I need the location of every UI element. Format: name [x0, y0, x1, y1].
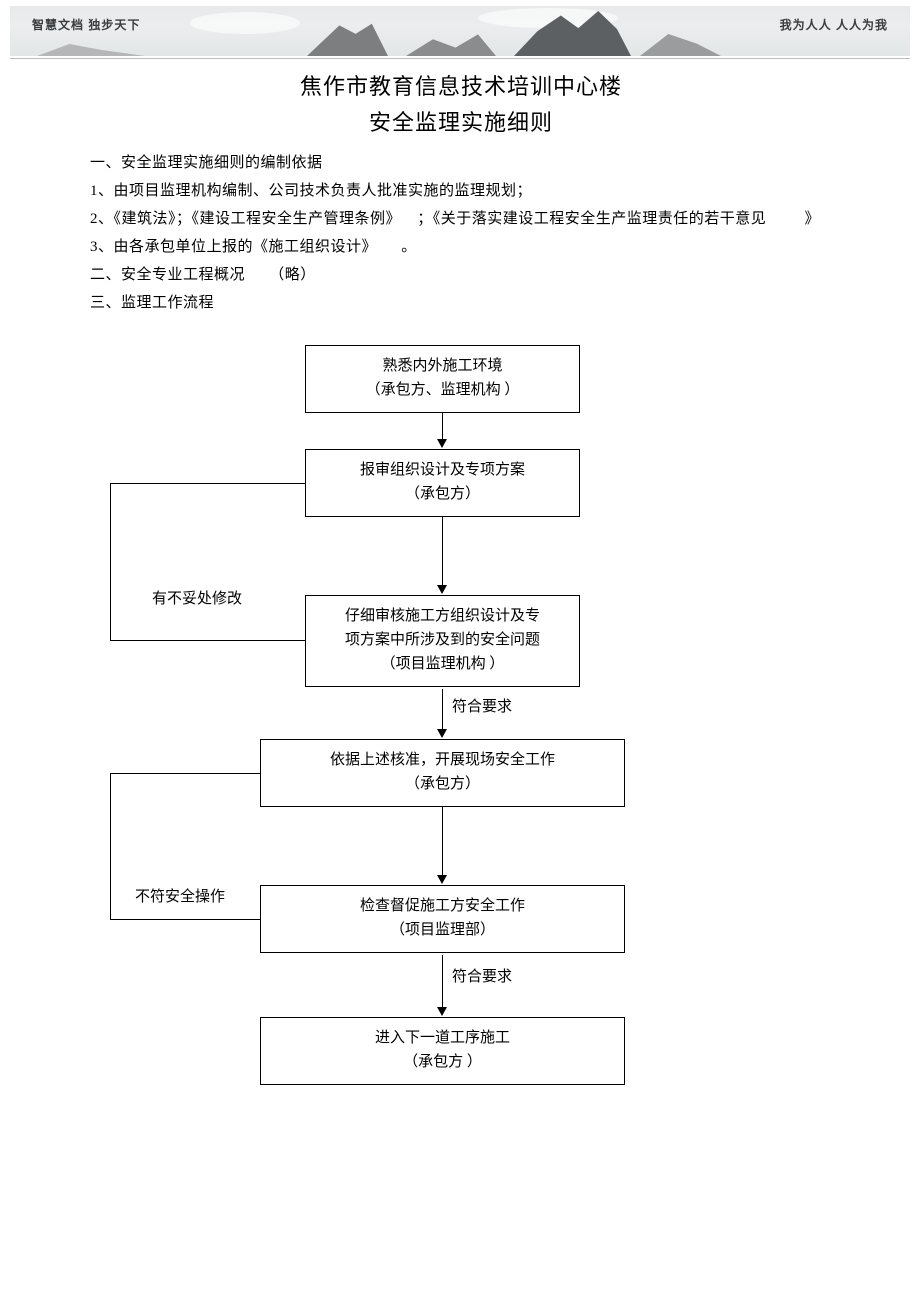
flow-connector	[110, 483, 111, 640]
flow-node-1-line2: （承包方、监理机构 ）	[314, 378, 571, 402]
flow-node-2: 报审组织设计及专项方案 （承包方）	[305, 449, 580, 517]
mountain-decor	[640, 29, 721, 57]
arrow-down-icon	[437, 439, 447, 448]
flow-connector	[442, 517, 443, 587]
flow-connector	[442, 807, 443, 877]
flow-node-6: 进入下一道工序施工 （承包方 ）	[260, 1017, 625, 1085]
flow-connector	[110, 773, 111, 919]
flow-connector	[110, 640, 305, 641]
section-2-title: 二、安全专业工程概况	[90, 267, 245, 283]
item-3: 3、由各承包单位上报的《施工组织设计》 。	[90, 233, 832, 261]
banner-right-text: 我为人人 人人为我	[780, 16, 888, 33]
flow-node-4-line2: （承包方）	[269, 772, 616, 796]
flow-edge-label-ok1: 符合要求	[452, 695, 512, 716]
item-2: 2、《建筑法》；《建设工程安全生产管理条例》 ；《关于落实建设工程安全生产监理责…	[90, 205, 832, 233]
workflow-diagram: 熟悉内外施工环境 （承包方、监理机构 ） 报审组织设计及专项方案 （承包方） 仔…	[90, 337, 832, 1137]
item-2-a: 2、《建筑法》；《建设工程安全生产管理条例》	[90, 211, 401, 227]
arrow-down-icon	[437, 729, 447, 738]
flow-connector	[442, 689, 443, 731]
item-3-a: 3、由各承包单位上报的《施工组织设计》	[90, 239, 377, 255]
flow-node-4: 依据上述核准，开展现场安全工作 （承包方）	[260, 739, 625, 807]
flow-node-1-line1: 熟悉内外施工环境	[314, 354, 571, 378]
flow-connector	[110, 773, 260, 774]
item-2-b: ；《关于落实建设工程安全生产监理责任的若干意见	[417, 211, 766, 227]
flow-node-6-line2: （承包方 ）	[269, 1050, 616, 1074]
doc-title: 焦作市教育信息技术培训中心楼	[90, 69, 832, 101]
cloud-decor	[190, 12, 300, 34]
flow-connector	[110, 483, 305, 484]
flow-node-1: 熟悉内外施工环境 （承包方、监理机构 ）	[305, 345, 580, 413]
flow-node-5: 检查督促施工方安全工作 （项目监理部）	[260, 885, 625, 953]
section-2-heading: 二、安全专业工程概况 （略）	[90, 261, 832, 289]
flow-node-3-line2: 项方案中所涉及到的安全问题	[314, 628, 571, 652]
header-banner: 智慧文档 独步天下 我为人人 人人为我	[10, 6, 910, 56]
flow-edge-label-ok2: 符合要求	[452, 965, 512, 986]
flow-node-3-line3: （项目监理机构 ）	[314, 652, 571, 676]
mountain-decor	[37, 41, 145, 56]
flow-node-5-line2: （项目监理部）	[269, 918, 616, 942]
banner-divider	[10, 58, 910, 59]
arrow-down-icon	[437, 1007, 447, 1016]
flow-edge-label-revise: 有不妥处修改	[152, 587, 242, 608]
arrow-down-icon	[437, 585, 447, 594]
mountain-decor	[307, 22, 388, 56]
doc-subtitle: 安全监理实施细则	[90, 105, 832, 137]
section-2-note: （略）	[269, 267, 316, 283]
arrow-down-icon	[437, 875, 447, 884]
item-2-c: 》	[805, 211, 821, 227]
flow-node-4-line1: 依据上述核准，开展现场安全工作	[269, 748, 616, 772]
flow-connector	[442, 413, 443, 441]
item-1: 1、由项目监理机构编制、公司技术负责人批准实施的监理规划；	[90, 177, 832, 205]
flow-node-6-line1: 进入下一道工序施工	[269, 1026, 616, 1050]
flow-edge-label-unsafe: 不符安全操作	[135, 885, 225, 906]
section-3-heading: 三、监理工作流程	[90, 289, 832, 317]
flow-node-3: 仔细审核施工方组织设计及专 项方案中所涉及到的安全问题 （项目监理机构 ）	[305, 595, 580, 687]
item-3-b: 。	[401, 239, 417, 255]
section-1-heading: 一、安全监理实施细则的编制依据	[90, 149, 832, 177]
flow-node-2-line1: 报审组织设计及专项方案	[314, 458, 571, 482]
flow-node-5-line1: 检查督促施工方安全工作	[269, 894, 616, 918]
flow-node-3-line1: 仔细审核施工方组织设计及专	[314, 604, 571, 628]
flow-connector	[442, 955, 443, 1009]
banner-left-text: 智慧文档 独步天下	[32, 16, 140, 33]
mountain-decor	[406, 32, 496, 56]
flow-connector	[110, 919, 260, 920]
flow-node-2-line2: （承包方）	[314, 482, 571, 506]
